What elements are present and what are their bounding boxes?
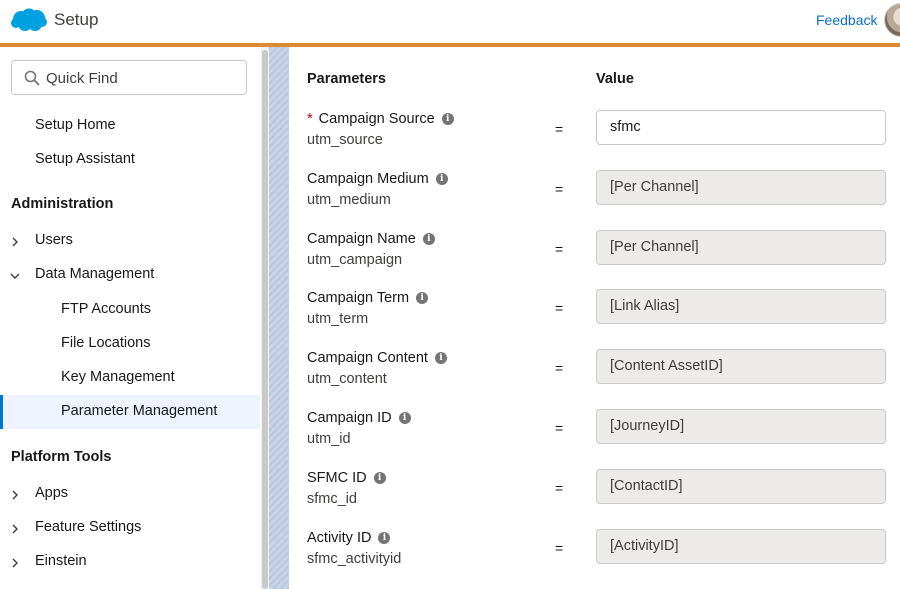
parameter-table: Parameters Value * Campaign Source i utm_so… (289, 47, 900, 589)
parameter-label-text: Campaign Name (307, 230, 416, 247)
salesforce-cloud-logo-icon[interactable] (10, 7, 48, 33)
parameter-key: utm_source (307, 132, 383, 148)
column-header-parameters: Parameters (307, 71, 386, 87)
parameter-label: * Campaign Source i (307, 111, 454, 127)
chevron-right-icon[interactable] (10, 524, 20, 534)
nav-file-locations[interactable]: File Locations (61, 335, 150, 351)
parameter-value-readonly: [ActivityID] (596, 528, 886, 564)
search-icon (24, 70, 40, 86)
parameter-label: Campaign Term i (307, 290, 429, 307)
parameter-value-readonly: [ContactID] (596, 468, 886, 504)
info-icon[interactable]: i (416, 292, 429, 305)
user-avatar[interactable] (884, 3, 900, 37)
equals-sign: = (555, 121, 564, 137)
info-icon[interactable]: i (378, 531, 391, 544)
parameter-value-input[interactable]: sfmc (596, 110, 886, 145)
app-title: Setup (54, 10, 99, 29)
parameter-label-text: Campaign Term (307, 290, 410, 307)
equals-sign: = (555, 300, 564, 317)
nav-setup-home[interactable]: Setup Home (35, 117, 116, 133)
chevron-right-icon[interactable] (10, 558, 20, 568)
nav-feature-settings[interactable]: Feature Settings (35, 519, 141, 535)
parameter-label-text: SFMC ID (307, 469, 367, 486)
parameter-key: utm_id (307, 431, 351, 447)
info-icon[interactable]: i (373, 471, 386, 484)
parameter-label: Campaign Name i (307, 231, 435, 247)
required-asterisk: * (307, 111, 313, 127)
parameter-label-text: Campaign Medium (307, 170, 429, 187)
quick-find-input[interactable] (46, 66, 236, 90)
parameter-key: utm_content (307, 371, 387, 388)
section-administration: Administration (11, 196, 114, 212)
nav-apps[interactable]: Apps (35, 485, 68, 501)
feedback-link[interactable]: Feedback (816, 12, 877, 28)
chevron-right-icon[interactable] (10, 237, 20, 247)
parameter-label: Campaign ID i (307, 410, 411, 426)
equals-sign: = (555, 240, 564, 257)
info-icon[interactable]: i (422, 232, 435, 245)
setup-sidebar: Setup Home Setup Assistant Administratio… (0, 47, 260, 589)
equals-sign: = (555, 479, 564, 496)
decorative-strip (269, 47, 289, 589)
parameter-key: utm_medium (307, 191, 391, 208)
info-icon[interactable]: i (441, 113, 454, 125)
parameter-value-readonly: [Per Channel] (596, 229, 886, 265)
nav-users[interactable]: Users (35, 232, 73, 248)
nav-setup-assistant[interactable]: Setup Assistant (35, 151, 135, 167)
parameter-label: Campaign Medium i (307, 171, 448, 187)
equals-sign: = (555, 360, 564, 377)
info-icon[interactable]: i (398, 412, 411, 424)
nav-key-management[interactable]: Key Management (61, 369, 175, 385)
nav-einstein[interactable]: Einstein (35, 553, 87, 569)
nav-parameter-management[interactable]: Parameter Management (61, 403, 217, 419)
info-icon[interactable]: i (434, 352, 447, 365)
equals-sign: = (555, 420, 564, 436)
section-platform-tools: Platform Tools (11, 449, 112, 465)
parameter-label: Activity ID i (307, 529, 391, 546)
quick-find-box[interactable] (11, 60, 247, 95)
parameter-label-text: Campaign Source (318, 111, 435, 127)
parameter-label-text: Campaign ID (307, 410, 392, 426)
info-icon[interactable]: i (435, 172, 448, 185)
global-header: Setup Feedback (0, 0, 900, 43)
parameter-key: utm_term (307, 311, 369, 328)
parameter-label-text: Campaign Content (307, 350, 428, 367)
parameter-value-readonly: [Link Alias] (596, 289, 886, 325)
parameter-key: sfmc_activityid (307, 550, 402, 567)
parameter-key: sfmc_id (307, 490, 357, 507)
chevron-right-icon[interactable] (10, 490, 20, 500)
equals-sign: = (555, 180, 564, 197)
column-header-value: Value (596, 71, 634, 87)
parameter-value-readonly: [JourneyID] (596, 409, 886, 444)
parameter-label: Campaign Content i (307, 350, 447, 366)
parameter-label-text: Activity ID (307, 529, 372, 546)
parameter-label: SFMC ID i (307, 470, 386, 486)
equals-sign: = (555, 539, 564, 556)
parameter-value-readonly: [Per Channel] (596, 169, 886, 205)
chevron-down-icon[interactable] (10, 271, 20, 281)
parameter-value-readonly: [Content AssetID] (596, 349, 886, 385)
parameter-key: utm_campaign (307, 251, 403, 268)
nav-ftp-accounts[interactable]: FTP Accounts (61, 301, 151, 317)
sidebar-scrollbar-thumb[interactable] (262, 50, 268, 589)
nav-data-management[interactable]: Data Management (35, 266, 154, 282)
